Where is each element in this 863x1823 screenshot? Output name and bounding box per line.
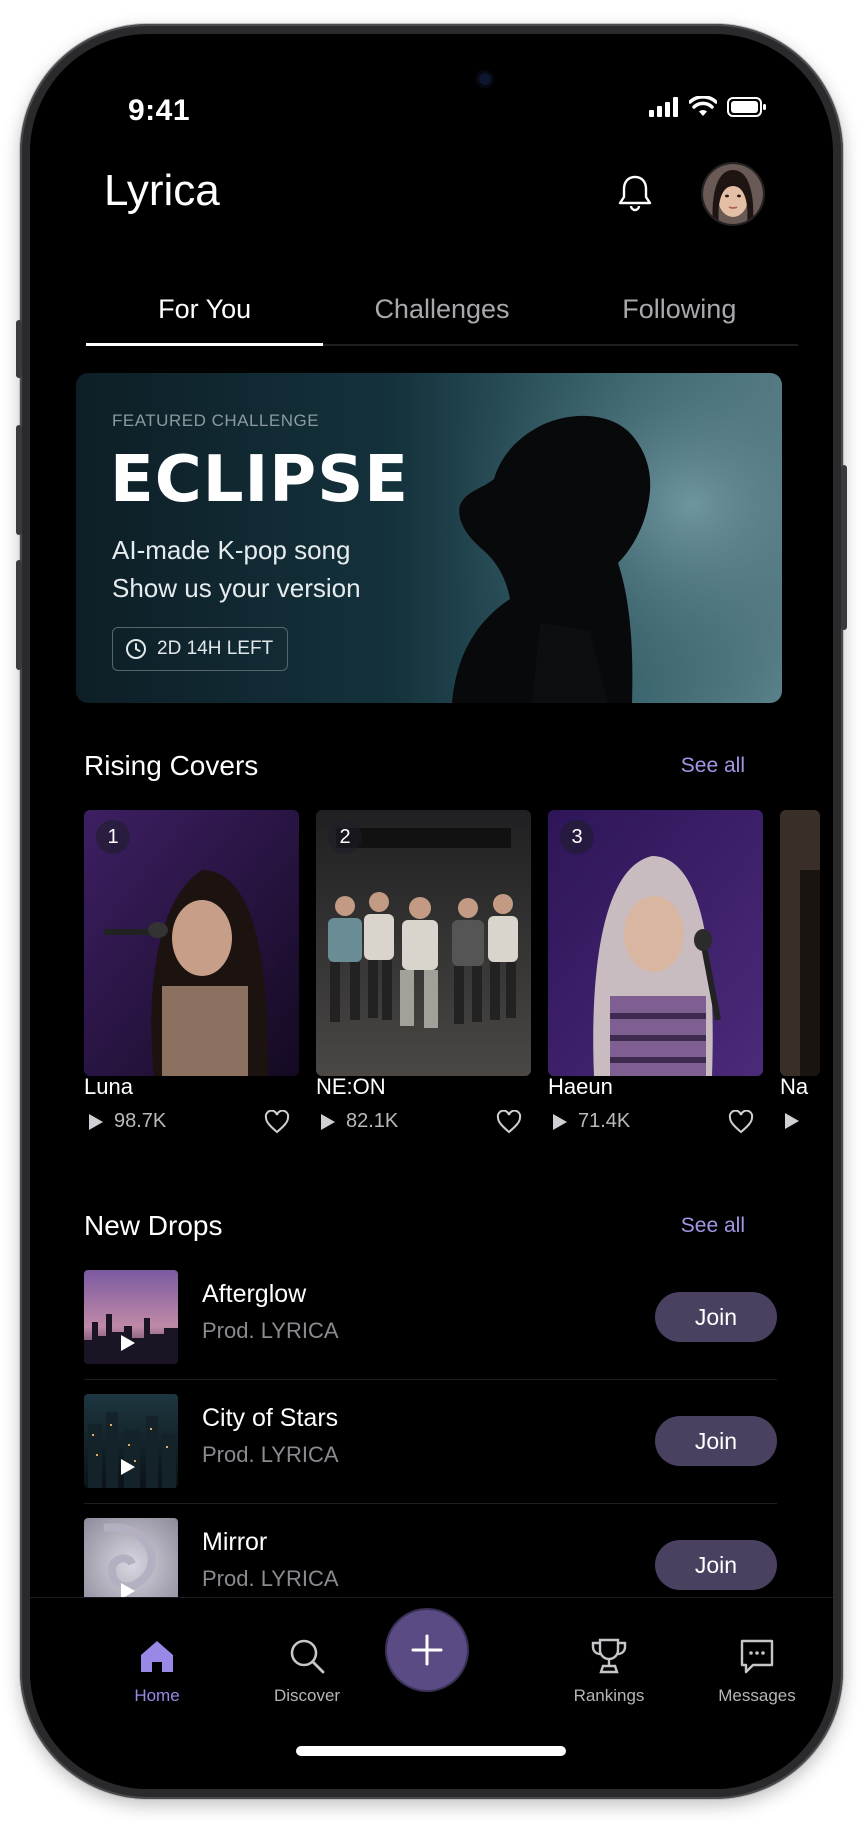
drop-row-afterglow[interactable]: Afterglow Prod. LYRICA Join [84,1256,777,1380]
cover-card-2[interactable]: 2 [316,810,531,1076]
wifi-icon [689,96,717,116]
cover-plays-haeun: 71.4K [552,1110,630,1133]
nav-home[interactable]: Home [97,1634,217,1706]
drop-title: Afterglow [202,1280,307,1308]
play-count-icon [785,1113,799,1129]
home-indicator[interactable] [296,1746,566,1756]
play-icon [121,1459,135,1475]
battery-icon [727,97,766,117]
play-count-icon [553,1113,567,1130]
notification-bell-icon[interactable] [618,174,652,212]
phone-screen: 9:41 Lyrica For You Challenges Following… [30,34,833,1789]
nav-rankings[interactable]: Rankings [549,1634,669,1706]
power-button [841,465,847,630]
time-left-text: 2D 14H LEFT [157,638,274,659]
like-heart-icon[interactable] [496,1110,522,1134]
cover-plays-luna: 98.7K [88,1110,166,1133]
featured-subtitle-line-1: AI-made K-pop song [112,535,351,565]
trophy-icon [591,1638,627,1674]
drop-title: City of Stars [202,1404,339,1432]
drop-row-city-of-stars[interactable]: City of Stars Prod. LYRICA Join [84,1380,777,1504]
play-count: 82.1K [346,1110,399,1132]
message-icon [740,1639,774,1674]
tab-following[interactable]: Following [561,284,798,344]
cover-card-4[interactable] [780,810,820,1076]
profile-avatar[interactable] [701,162,765,226]
nav-home-label: Home [134,1686,180,1705]
rising-covers-title: Rising Covers [84,750,259,781]
cover-name-partial: Na [780,1074,809,1099]
create-button[interactable] [387,1610,467,1690]
drop-title: Mirror [202,1528,268,1556]
app-title: Lyrica [104,166,220,215]
featured-title: ECLIPSE [110,443,409,517]
new-drops-see-all[interactable]: See all [681,1214,745,1238]
join-button[interactable]: Join [655,1416,777,1466]
clock-icon [126,639,146,659]
featured-challenge-card[interactable]: FEATURED CHALLENGE ECLIPSE AI-made K-pop… [76,373,782,703]
featured-eyebrow: FEATURED CHALLENGE [112,411,320,430]
tab-for-you[interactable]: For You [86,284,324,346]
volume-down-button [16,560,22,670]
tab-challenges[interactable]: Challenges [323,284,560,344]
nav-rankings-label: Rankings [573,1686,645,1705]
cover-rank-badge: 1 [96,820,130,854]
cover-name-luna: Luna [84,1074,133,1099]
cover-card-3[interactable]: 3 [548,810,763,1076]
search-icon [290,1639,325,1674]
rising-covers-see-all[interactable]: See all [681,754,745,778]
like-heart-icon[interactable] [728,1110,754,1134]
status-time: 9:41 [128,94,191,127]
feed-tabs: For You Challenges Following [86,284,798,346]
drop-producer: Prod. LYRICA [202,1442,339,1467]
play-count: 98.7K [114,1110,167,1132]
volume-up-button [16,425,22,535]
time-left-badge: 2D 14H LEFT [112,627,289,671]
play-icon [121,1335,135,1351]
play-count: 71.4K [578,1110,631,1132]
drop-thumbnail [84,1394,178,1488]
cover-card-1[interactable]: 1 [84,810,299,1076]
cover-rank-badge: 3 [560,820,594,854]
cover-name-haeun: Haeun [548,1074,613,1099]
cover-rank-badge: 2 [328,820,362,854]
play-count-icon [89,1113,103,1130]
nav-messages[interactable]: Messages [697,1634,817,1706]
new-drops-title: New Drops [84,1210,223,1241]
plus-icon [411,1634,443,1666]
bottom-navigation: Home Discover Rankings Messages [30,1597,833,1789]
dynamic-island [346,54,516,104]
signal-icon [649,97,678,117]
join-button[interactable]: Join [655,1540,777,1590]
home-icon [141,1641,173,1672]
action-button [16,320,22,378]
cover-thumbnail-partial [780,810,820,1076]
drop-producer: Prod. LYRICA [202,1566,339,1591]
like-heart-icon[interactable] [264,1110,290,1134]
play-count-icon [321,1113,335,1130]
cover-name-neon: NE:ON [316,1074,386,1099]
front-camera [476,70,494,88]
featured-subtitle-line-2: Show us your version [112,573,361,603]
nav-discover-label: Discover [273,1686,341,1705]
nav-messages-label: Messages [718,1686,796,1705]
join-button[interactable]: Join [655,1292,777,1342]
cover-plays-neon: 82.1K [320,1110,398,1133]
featured-subtitle: AI-made K-pop song Show us your version [112,531,361,607]
drop-producer: Prod. LYRICA [202,1318,339,1343]
nav-discover[interactable]: Discover [247,1634,367,1706]
featured-silhouette-image [422,373,782,703]
drop-thumbnail [84,1270,178,1364]
status-icons [649,96,767,118]
